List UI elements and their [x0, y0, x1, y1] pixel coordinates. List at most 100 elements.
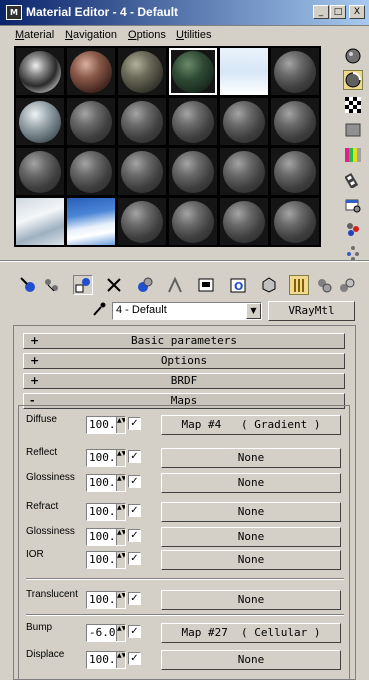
map-enable-checkbox[interactable]: ✓	[128, 552, 141, 565]
material-slot[interactable]	[118, 48, 166, 95]
material-slot[interactable]	[220, 98, 268, 145]
map-amount-spinner[interactable]: 100.0 ▲▼	[86, 503, 126, 521]
sphere-preview	[274, 50, 316, 93]
select-by-material-icon[interactable]	[343, 219, 363, 239]
put-to-scene-icon[interactable]	[41, 275, 61, 295]
map-enable-checkbox[interactable]: ✓	[128, 504, 141, 517]
map-amount-spinner[interactable]: 100.0 ▲▼	[86, 591, 126, 609]
map-amount-spinner[interactable]: 100.0 ▲▼	[86, 551, 126, 569]
map-amount-spinner[interactable]: 100.0 ▲▼	[86, 449, 126, 467]
go-to-parent-icon[interactable]	[289, 275, 309, 295]
map-slot-button[interactable]: Map #27 ( Cellular )	[161, 623, 341, 643]
sample-uv-tiling-icon[interactable]	[343, 120, 363, 140]
map-amount-spinner[interactable]: 100.0 ▲▼	[86, 474, 126, 492]
material-slot[interactable]	[220, 198, 268, 245]
spinner-arrows-icon[interactable]: ▲▼	[116, 504, 125, 520]
spinner-arrows-icon[interactable]: ▲▼	[116, 652, 125, 668]
map-amount-spinner[interactable]: 100.0 ▲▼	[86, 651, 126, 669]
app-icon[interactable]: M	[6, 5, 22, 20]
material-slot[interactable]	[118, 198, 166, 245]
material-slot[interactable]	[16, 98, 64, 145]
rollout-options[interactable]: + Options	[23, 353, 345, 369]
material-id-icon[interactable]	[196, 275, 216, 295]
material-slot[interactable]	[169, 48, 217, 95]
background-checker-icon[interactable]	[343, 95, 363, 115]
material-slot[interactable]	[118, 148, 166, 195]
map-enable-checkbox[interactable]: ✓	[128, 450, 141, 463]
close-button[interactable]: X	[349, 5, 365, 19]
map-enable-checkbox[interactable]: ✓	[128, 475, 141, 488]
video-color-check-icon[interactable]	[343, 145, 363, 165]
map-enable-checkbox[interactable]: ✓	[128, 417, 141, 430]
material-slot[interactable]	[118, 98, 166, 145]
spinner-arrows-icon[interactable]: ▲▼	[116, 592, 125, 608]
spinner-arrows-icon[interactable]: ▲▼	[116, 529, 125, 545]
material-slot[interactable]	[220, 48, 268, 95]
map-enable-checkbox[interactable]: ✓	[128, 529, 141, 542]
map-slot-button[interactable]: None	[161, 650, 341, 670]
map-label: Displace	[26, 649, 65, 660]
material-slot[interactable]	[16, 148, 64, 195]
material-slot[interactable]	[67, 198, 115, 245]
rollout-brdf[interactable]: + BRDF	[23, 373, 345, 389]
options-icon[interactable]	[343, 195, 363, 215]
map-amount-spinner[interactable]: -6.0 ▲▼	[86, 624, 126, 642]
map-slot-button[interactable]: None	[161, 502, 341, 522]
map-amount-spinner[interactable]: 100.0 ▲▼	[86, 416, 126, 434]
material-slot[interactable]	[16, 198, 64, 245]
map-enable-checkbox[interactable]: ✓	[128, 592, 141, 605]
title-bar[interactable]: M Material Editor - 4 - Default _ □ X	[0, 0, 369, 26]
material-slot[interactable]	[67, 148, 115, 195]
map-slot-button[interactable]: None	[161, 550, 341, 570]
material-effects-channel-icon[interactable]	[337, 275, 357, 295]
material-type-button[interactable]: VRayMtl	[268, 301, 355, 321]
material-slot[interactable]	[16, 48, 64, 95]
material-slot[interactable]	[67, 48, 115, 95]
material-slot[interactable]	[169, 98, 217, 145]
spinner-arrows-icon[interactable]: ▲▼	[116, 417, 125, 433]
spinner-arrows-icon[interactable]: ▲▼	[116, 625, 125, 641]
material-slot[interactable]	[271, 198, 319, 245]
spinner-arrows-icon[interactable]: ▲▼	[116, 552, 125, 568]
material-slot[interactable]	[220, 148, 268, 195]
map-slot-button[interactable]: None	[161, 527, 341, 547]
spinner-arrows-icon[interactable]: ▲▼	[116, 475, 125, 491]
material-slot[interactable]	[67, 98, 115, 145]
material-slot[interactable]	[271, 48, 319, 95]
menu-utilities[interactable]: Utilities	[176, 26, 211, 44]
map-amount-spinner[interactable]: 100.0 ▲▼	[86, 528, 126, 546]
chevron-down-icon[interactable]: ▼	[246, 303, 261, 319]
go-forward-to-sibling-icon[interactable]	[314, 275, 334, 295]
menu-navigation[interactable]: Navigation	[65, 26, 117, 44]
reset-map-icon[interactable]	[104, 275, 124, 295]
map-enable-checkbox[interactable]: ✓	[128, 625, 141, 638]
material-name-dropdown[interactable]: 4 - Default ▼	[112, 302, 262, 320]
material-slot[interactable]	[169, 198, 217, 245]
material-slot[interactable]	[271, 148, 319, 195]
svg-text:O: O	[234, 280, 243, 293]
material-slot[interactable]	[271, 98, 319, 145]
rollout-basic-parameters[interactable]: + Basic parameters	[23, 333, 345, 349]
put-to-library-icon[interactable]	[165, 275, 185, 295]
material-slot[interactable]	[169, 148, 217, 195]
show-end-result-icon[interactable]	[259, 275, 279, 295]
sample-type-icon[interactable]	[343, 46, 363, 66]
map-slot-button[interactable]: Map #4 ( Gradient )	[161, 415, 341, 435]
menu-options[interactable]: Options	[128, 26, 166, 44]
map-label: Bump	[26, 622, 53, 633]
show-map-in-viewport-icon[interactable]: O	[228, 275, 248, 295]
make-unique-icon[interactable]	[135, 275, 155, 295]
map-slot-button[interactable]: None	[161, 448, 341, 468]
spinner-arrows-icon[interactable]: ▲▼	[116, 450, 125, 466]
pick-material-eyedropper-icon[interactable]	[92, 301, 106, 317]
make-preview-icon[interactable]	[343, 170, 363, 190]
map-enable-checkbox[interactable]: ✓	[128, 652, 141, 665]
menu-material[interactable]: Material	[15, 26, 54, 44]
minimize-button[interactable]: _	[313, 5, 329, 19]
map-slot-button[interactable]: None	[161, 473, 341, 493]
assign-material-icon[interactable]	[73, 275, 93, 295]
maximize-button[interactable]: □	[330, 5, 346, 19]
get-material-icon[interactable]	[18, 275, 38, 295]
backlight-icon[interactable]	[343, 70, 363, 90]
map-slot-button[interactable]: None	[161, 590, 341, 610]
